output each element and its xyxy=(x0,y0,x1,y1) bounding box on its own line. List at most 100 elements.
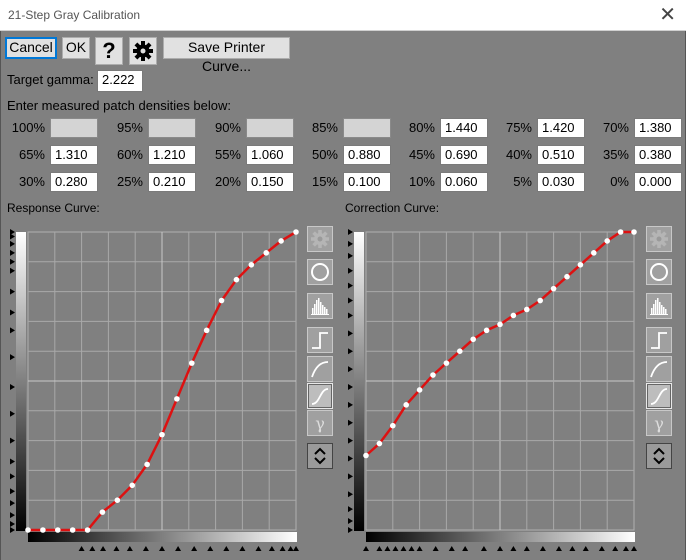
gamma-button[interactable]: γ xyxy=(646,410,672,436)
curve-point xyxy=(376,440,383,447)
svg-text:γ: γ xyxy=(654,414,664,433)
up-down-button[interactable] xyxy=(307,443,333,469)
patch-density-input[interactable]: 0.100 xyxy=(343,172,391,192)
curve-point xyxy=(470,336,476,343)
save-printer-curve-button[interactable]: Save Printer Curve... xyxy=(163,37,290,74)
curve-point xyxy=(577,261,584,268)
density-marker xyxy=(348,282,353,289)
patch-density-input[interactable]: 1.420 xyxy=(537,118,585,138)
histogram-button[interactable] xyxy=(646,293,672,319)
patch-marker xyxy=(569,546,576,551)
patch-density-input[interactable]: 0.380 xyxy=(634,145,682,165)
curve-point xyxy=(159,431,165,438)
density-marker xyxy=(10,354,15,361)
patch-marker xyxy=(555,546,562,551)
circle-button[interactable] xyxy=(646,259,672,285)
curve-point xyxy=(403,402,409,408)
cancel-button[interactable]: Cancel xyxy=(5,37,57,59)
circle-button[interactable] xyxy=(307,259,333,285)
density-marker xyxy=(10,410,15,417)
up-down-icon xyxy=(653,447,665,465)
patch-density-input[interactable]: 0.280 xyxy=(50,172,98,192)
patch-marker xyxy=(142,546,149,551)
curve-point xyxy=(631,229,637,235)
patch-marker xyxy=(78,546,85,551)
patch-density-input[interactable]: 0.150 xyxy=(246,172,294,192)
density-marker xyxy=(348,383,353,390)
patch-label: 30% xyxy=(18,174,45,189)
smooth-curve-button[interactable] xyxy=(307,356,333,382)
curve-point xyxy=(617,229,624,235)
patch-density-input[interactable] xyxy=(246,118,294,138)
smooth-curve-icon xyxy=(311,361,329,378)
gear-button[interactable] xyxy=(646,226,672,252)
patch-marker xyxy=(497,546,503,551)
settings-button[interactable] xyxy=(129,37,157,65)
vertical-gradient-bar xyxy=(16,232,26,531)
density-marker xyxy=(348,491,353,498)
patch-label: 70% xyxy=(602,120,629,135)
target-gamma-input[interactable]: 2.222 xyxy=(97,70,143,92)
curve-point xyxy=(99,509,106,515)
help-button[interactable]: ? xyxy=(95,37,123,65)
patch-label: 75% xyxy=(505,120,532,135)
patch-density-input[interactable]: 0.210 xyxy=(148,172,196,192)
patch-marker xyxy=(384,546,391,551)
curve-point xyxy=(416,387,423,393)
patch-density-input[interactable] xyxy=(50,118,98,138)
patch-density-input[interactable]: 1.060 xyxy=(246,145,294,165)
patch-marker xyxy=(400,546,407,551)
curve-point xyxy=(25,527,31,533)
s-curve-button[interactable] xyxy=(646,383,672,409)
ok-button[interactable]: OK xyxy=(62,37,90,59)
histogram-button[interactable] xyxy=(307,293,333,319)
patch-density-input[interactable]: 1.440 xyxy=(440,118,488,138)
patch-marker xyxy=(100,546,107,551)
density-marker xyxy=(10,233,15,240)
patch-density-input[interactable]: 1.210 xyxy=(148,145,196,165)
density-marker xyxy=(348,518,353,525)
density-marker xyxy=(10,258,15,265)
curve-point xyxy=(84,527,91,533)
patch-density-input[interactable]: 1.380 xyxy=(634,118,682,138)
close-icon[interactable]: ✕ xyxy=(659,3,676,27)
curve-point xyxy=(550,285,557,292)
patch-density-input[interactable]: 0.030 xyxy=(537,172,585,192)
step-curve-button[interactable] xyxy=(646,327,672,353)
response-curve-plot[interactable] xyxy=(6,224,301,554)
window-title: 21-Step Gray Calibration xyxy=(8,8,141,22)
patch-density-input[interactable]: 0.060 xyxy=(440,172,488,192)
curve-point xyxy=(263,250,270,256)
gamma-button[interactable]: γ xyxy=(307,410,333,436)
density-marker xyxy=(348,312,353,319)
density-marker xyxy=(10,327,15,334)
curve-point xyxy=(604,238,610,244)
gamma-icon: γ xyxy=(654,414,664,433)
patch-density-input[interactable]: 1.310 xyxy=(50,145,98,165)
density-marker xyxy=(10,240,15,247)
smooth-curve-button[interactable] xyxy=(646,356,672,382)
correction-curve-plot[interactable] xyxy=(344,224,641,554)
up-down-button[interactable] xyxy=(646,443,672,469)
patch-density-input[interactable]: 0.510 xyxy=(537,145,585,165)
curve-point xyxy=(564,273,570,280)
patch-label: 55% xyxy=(214,147,241,162)
patch-marker xyxy=(432,546,439,551)
patch-marker xyxy=(480,546,487,551)
patch-density-input[interactable] xyxy=(148,118,196,138)
density-marker xyxy=(348,437,353,444)
density-marker xyxy=(10,473,15,480)
step-curve-button[interactable] xyxy=(307,327,333,353)
s-curve-button[interactable] xyxy=(307,383,333,409)
horizontal-gradient-bar xyxy=(28,532,297,542)
title-bar: 21-Step Gray Calibration ✕ xyxy=(0,0,686,31)
patch-density-input[interactable] xyxy=(343,118,391,138)
gear-button[interactable] xyxy=(307,226,333,252)
patch-density-input[interactable]: 0.000 xyxy=(634,172,682,192)
patch-label: 60% xyxy=(116,147,143,162)
horizontal-gradient-bar xyxy=(366,532,635,542)
curve-point xyxy=(114,497,121,504)
curve-point xyxy=(443,360,450,366)
patch-density-input[interactable]: 0.690 xyxy=(440,145,488,165)
patch-density-input[interactable]: 0.880 xyxy=(343,145,391,165)
